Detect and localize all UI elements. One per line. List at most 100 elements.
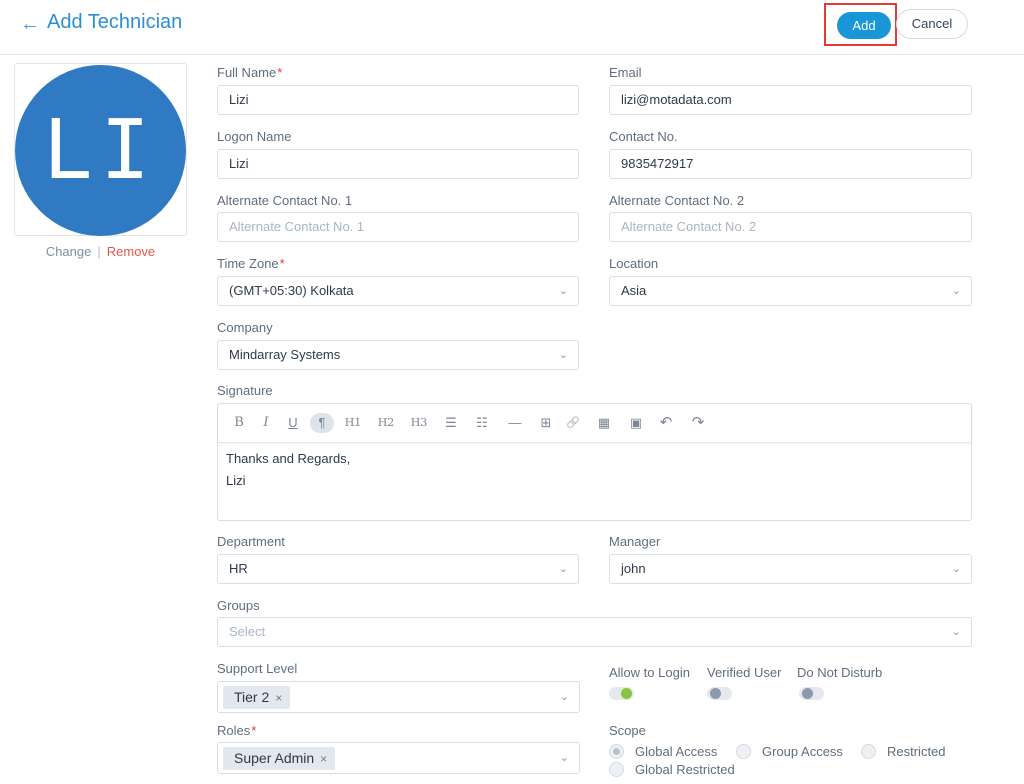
chevron-down-icon: ⌄ <box>559 691 569 703</box>
signature-line: Thanks and Regards, <box>226 451 351 466</box>
heading-2-icon[interactable]: H2 <box>376 413 396 433</box>
link-separator: | <box>97 244 101 259</box>
scope-option-label: Global Access <box>635 744 718 759</box>
page-header: ← Add Technician Add Cancel <box>0 0 1024 55</box>
support-level-label: Support Level <box>217 661 298 676</box>
roles-select[interactable]: Super Admin × ⌄ <box>217 742 580 774</box>
bullet-list-icon[interactable]: ☰ <box>441 413 461 433</box>
department-select[interactable]: HR ⌄ <box>217 554 579 584</box>
company-label: Company <box>217 320 273 335</box>
add-button-highlight: Add <box>824 3 897 46</box>
page-title: Add Technician <box>47 11 183 33</box>
table-icon[interactable]: ⊞ <box>536 413 556 433</box>
location-select[interactable]: Asia ⌄ <box>609 276 972 306</box>
logon-name-label: Logon Name <box>217 129 292 144</box>
toggle-knob <box>710 688 721 699</box>
contact-no-label: Contact No. <box>609 129 678 144</box>
chevron-down-icon: ⌄ <box>559 752 569 764</box>
scope-global-restricted-radio[interactable] <box>609 762 624 777</box>
department-value: HR <box>229 561 248 576</box>
alt-contact-1-label: Alternate Contact No. 1 <box>217 193 353 208</box>
time-zone-select[interactable]: (GMT+05:30) Kolkata ⌄ <box>217 276 579 306</box>
redo-icon[interactable]: ↷ <box>688 413 708 433</box>
alt-contact-1-field[interactable]: Alternate Contact No. 1 <box>217 212 579 242</box>
logon-name-field[interactable]: Lizi <box>217 149 579 179</box>
verified-user-toggle[interactable] <box>707 687 732 700</box>
manager-select[interactable]: john ⌄ <box>609 554 972 584</box>
location-label: Location <box>609 256 659 271</box>
company-select[interactable]: Mindarray Systems ⌄ <box>217 340 579 370</box>
toggle-knob <box>621 688 632 699</box>
time-zone-label: Time Zone* <box>217 256 285 271</box>
scope-restricted-radio[interactable] <box>861 744 876 759</box>
alt-contact-2-label: Alternate Contact No. 2 <box>609 193 745 208</box>
scope-global-access-radio[interactable] <box>609 744 624 759</box>
time-zone-value: (GMT+05:30) Kolkata <box>229 283 354 298</box>
avatar-frame: LI <box>14 63 187 236</box>
scope-option-label: Global Restricted <box>635 762 735 777</box>
signature-editor: B I U ¶ H1 H2 H3 ☰ ☷ — ⊞ 🔗 ▦ ▣ ↶ ↷ Thank… <box>217 403 972 521</box>
editor-toolbar: B I U ¶ H1 H2 H3 ☰ ☷ — ⊞ 🔗 ▦ ▣ ↶ ↷ <box>218 404 971 443</box>
underline-icon[interactable]: U <box>283 413 303 433</box>
italic-icon[interactable]: I <box>256 413 276 433</box>
horizontal-rule-icon[interactable]: — <box>505 413 525 433</box>
remove-avatar-link[interactable]: Remove <box>107 244 155 259</box>
support-level-tag: Tier 2 × <box>223 686 291 709</box>
do-not-disturb-toggle[interactable] <box>799 687 824 700</box>
email-field[interactable]: lizi@motadata.com <box>609 85 972 115</box>
full-name-label: Full Name* <box>217 65 283 80</box>
avatar-actions: Change | Remove <box>14 244 187 259</box>
close-icon[interactable]: × <box>320 752 327 766</box>
add-button[interactable]: Add <box>837 12 891 39</box>
location-value: Asia <box>621 283 647 298</box>
bold-icon[interactable]: B <box>229 413 249 433</box>
support-level-select[interactable]: Tier 2 × ⌄ <box>217 681 580 713</box>
chevron-down-icon: ⌄ <box>558 285 568 297</box>
contact-no-field[interactable]: 9835472917 <box>609 149 972 179</box>
groups-select[interactable]: Select ⌄ <box>217 617 972 647</box>
email-label: Email <box>609 65 642 80</box>
signature-label: Signature <box>217 383 273 398</box>
change-avatar-link[interactable]: Change <box>46 244 92 259</box>
do-not-disturb-label: Do Not Disturb <box>797 665 883 680</box>
arrow-left-icon[interactable]: ← <box>20 14 40 34</box>
full-name-field[interactable]: Lizi <box>217 85 579 115</box>
signature-content[interactable]: Thanks and Regards, Lizi <box>226 448 350 492</box>
image-icon[interactable]: ▣ <box>626 413 646 433</box>
groups-placeholder: Select <box>229 624 266 639</box>
tag-label: Tier 2 <box>234 689 270 705</box>
verified-user-label: Verified User <box>707 665 782 680</box>
chevron-down-icon: ⌄ <box>951 626 961 638</box>
avatar: LI <box>15 65 186 236</box>
scope-option-label: Group Access <box>762 744 843 759</box>
heading-3-icon[interactable]: H3 <box>409 413 429 433</box>
scope-group-access-radio[interactable] <box>736 744 751 759</box>
chevron-down-icon: ⌄ <box>558 349 568 361</box>
roles-label: Roles* <box>217 723 257 738</box>
chevron-down-icon: ⌄ <box>951 563 961 575</box>
undo-icon[interactable]: ↶ <box>656 413 676 433</box>
video-icon[interactable]: ▦ <box>594 413 614 433</box>
department-label: Department <box>217 534 285 549</box>
alt-contact-2-field[interactable]: Alternate Contact No. 2 <box>609 212 972 242</box>
link-icon[interactable]: 🔗 <box>563 413 583 433</box>
groups-label: Groups <box>217 598 260 613</box>
chevron-down-icon: ⌄ <box>558 563 568 575</box>
close-icon[interactable]: × <box>275 691 282 705</box>
scope-option-label: Restricted <box>887 744 946 759</box>
allow-login-label: Allow to Login <box>609 665 690 680</box>
allow-login-toggle[interactable] <box>609 687 634 700</box>
manager-value: john <box>621 561 646 576</box>
cancel-button[interactable]: Cancel <box>896 9 968 39</box>
roles-tag: Super Admin × <box>223 747 336 770</box>
toggle-knob <box>802 688 813 699</box>
manager-label: Manager <box>609 534 661 549</box>
company-value: Mindarray Systems <box>229 347 341 362</box>
paragraph-icon[interactable]: ¶ <box>310 413 334 433</box>
heading-1-icon[interactable]: H1 <box>343 413 363 433</box>
signature-line: Lizi <box>226 473 246 488</box>
ordered-list-icon[interactable]: ☷ <box>472 413 492 433</box>
tag-label: Super Admin <box>234 750 315 766</box>
scope-label: Scope <box>609 723 646 738</box>
chevron-down-icon: ⌄ <box>951 285 961 297</box>
